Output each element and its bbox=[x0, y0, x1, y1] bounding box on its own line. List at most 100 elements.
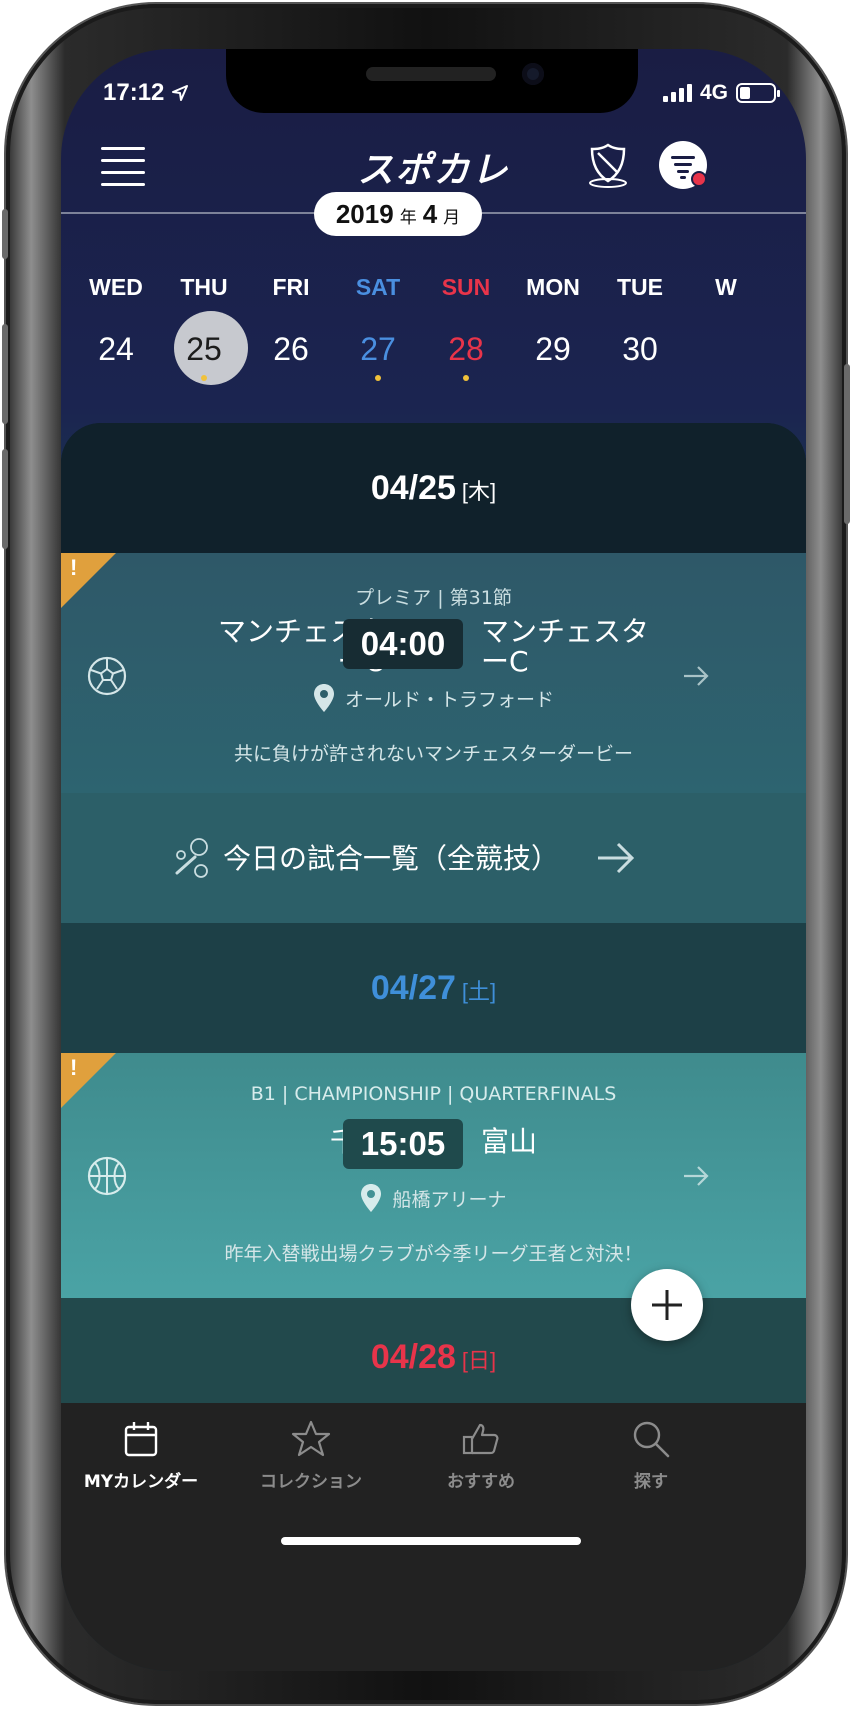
event-description: 昨年入替戦出場クラブが今季リーグ王者と対決！ bbox=[224, 1243, 643, 1265]
venue-name: 船橋アリーナ bbox=[392, 1188, 507, 1211]
day-number: 26 bbox=[273, 331, 309, 367]
location-arrow-icon bbox=[172, 85, 189, 101]
add-button[interactable] bbox=[631, 1269, 703, 1341]
status-indicators: 4G bbox=[662, 81, 780, 105]
home-indicator[interactable] bbox=[281, 1537, 581, 1545]
event-indicator-dot bbox=[375, 375, 381, 381]
away-team-line: 富山 bbox=[481, 1125, 538, 1158]
all-games-link[interactable]: 今日の試合一覧（全競技） bbox=[61, 793, 806, 923]
kickoff-time: 04:00 bbox=[343, 619, 463, 669]
day-of-week: SUN bbox=[441, 274, 491, 300]
day-number bbox=[686, 329, 766, 369]
section-weekday: [日] bbox=[461, 1348, 497, 1373]
arrow-right-icon bbox=[598, 842, 635, 874]
all-games-label: 今日の試合一覧（全競技） bbox=[223, 842, 560, 875]
soccer-ball-icon bbox=[87, 656, 127, 696]
day-of-week: W bbox=[715, 274, 737, 300]
phone-side-button bbox=[844, 364, 850, 524]
day-number: 30 bbox=[622, 331, 658, 367]
clock: 17:12 bbox=[103, 79, 165, 106]
section-weekday: [木] bbox=[461, 479, 497, 504]
battery-icon bbox=[736, 83, 780, 103]
day-number: 28 bbox=[448, 331, 484, 367]
day-of-week: MON bbox=[526, 274, 580, 300]
featured-flag-mark: ! bbox=[70, 555, 78, 580]
day-number: 25 bbox=[186, 331, 222, 367]
event-card[interactable]: ! プレミア | 第31節 マンチェスタ ーU 04:00 マンチェスタ ーC … bbox=[61, 553, 806, 798]
arrow-right-icon[interactable] bbox=[681, 1161, 711, 1191]
tab-recommended[interactable]: おすすめ bbox=[406, 1419, 556, 1492]
month-selector[interactable]: 2019 年 4 月 bbox=[314, 192, 482, 236]
section-date: 04/25 bbox=[370, 469, 456, 507]
month-unit: 月 bbox=[443, 208, 461, 227]
away-team: 富山 bbox=[481, 1127, 537, 1157]
tab-label: MYカレンダー bbox=[83, 1472, 199, 1492]
tab-label: コレクション bbox=[260, 1472, 362, 1492]
tab-search[interactable]: 探す bbox=[576, 1419, 726, 1492]
network-type: 4G bbox=[699, 81, 728, 104]
map-pin-icon bbox=[361, 1184, 382, 1212]
day-of-week: TUE bbox=[617, 274, 663, 300]
venue-name: オールド・トラフォード bbox=[344, 688, 554, 711]
camera bbox=[522, 63, 544, 85]
notch bbox=[226, 49, 638, 113]
search-icon bbox=[633, 1421, 670, 1458]
day-cell[interactable]: FRI 26 bbox=[251, 274, 331, 369]
star-icon bbox=[291, 1420, 331, 1457]
schedule-list: 04/25[木] ! プレミア | 第31節 マンチェスタ ーU 04:00 マ… bbox=[61, 423, 806, 1403]
day-cell[interactable]: SAT 27 bbox=[338, 274, 418, 381]
year-value: 2019 bbox=[335, 199, 394, 229]
month-value: 4 bbox=[422, 199, 438, 229]
map-pin-icon bbox=[313, 684, 334, 712]
week-strip: WED 24 THU 25 FRI 26 SAT 27 SUN 28 MON 29 TUE 30 W bbox=[61, 274, 806, 384]
day-number: 24 bbox=[98, 331, 134, 367]
tab-my-calendar[interactable]: MYカレンダー bbox=[66, 1419, 216, 1492]
team-shield-icon[interactable] bbox=[586, 141, 630, 189]
signal-icon bbox=[662, 84, 692, 102]
day-cell[interactable]: WED 24 bbox=[76, 274, 156, 369]
status-time: 17:12 bbox=[103, 79, 189, 107]
kickoff-time: 15:05 bbox=[343, 1119, 463, 1169]
day-cell[interactable]: TUE 30 bbox=[600, 274, 680, 369]
phone-side-button bbox=[2, 209, 8, 259]
basketball-icon bbox=[87, 1156, 127, 1196]
day-cell[interactable]: SUN 28 bbox=[426, 274, 506, 381]
section-date: 04/27 bbox=[370, 969, 456, 1007]
tab-label: おすすめ bbox=[447, 1472, 515, 1492]
phone-side-button bbox=[2, 324, 8, 424]
speaker bbox=[366, 67, 496, 81]
featured-flag-mark: ! bbox=[70, 1055, 78, 1080]
section-weekday: [土] bbox=[461, 979, 497, 1004]
section-date-header: 04/25 [木] bbox=[61, 469, 806, 508]
event-card[interactable]: ! B1 | CHAMPIONSHIP | QUARTERFINALS 千葉 1… bbox=[61, 1053, 806, 1298]
day-of-week: SAT bbox=[355, 274, 401, 300]
notification-badge bbox=[691, 171, 707, 187]
away-team-line: マンチェスタ bbox=[481, 615, 650, 648]
tab-label: 探す bbox=[634, 1472, 668, 1492]
away-team: マンチェスタ ーC bbox=[481, 617, 649, 677]
year-unit: 年 bbox=[399, 208, 417, 227]
arrow-right-icon[interactable] bbox=[681, 661, 711, 691]
app-screen: 17:12 4G スポカレ 2019 年 4 月 WED 24 THU 25 F… bbox=[61, 49, 806, 1671]
league-label: プレミア | 第31節 bbox=[355, 587, 512, 609]
day-number: 27 bbox=[360, 331, 396, 367]
day-cell[interactable]: MON 29 bbox=[513, 274, 593, 369]
calendar-icon bbox=[124, 1422, 158, 1457]
day-cell[interactable]: W bbox=[686, 274, 766, 369]
phone-frame: 17:12 4G スポカレ 2019 年 4 月 WED 24 THU 25 F… bbox=[2, 4, 850, 1704]
section-date-header: 04/28 [日] bbox=[61, 1338, 806, 1377]
day-number: 29 bbox=[535, 331, 571, 367]
day-of-week: THU bbox=[180, 274, 228, 300]
phone-side-button bbox=[2, 449, 8, 549]
tab-collection[interactable]: コレクション bbox=[236, 1419, 386, 1492]
event-description: 共に負けが許されないマンチェスターダービー bbox=[233, 743, 633, 765]
day-of-week: WED bbox=[89, 274, 143, 300]
section-date-header: 04/27 [土] bbox=[61, 969, 806, 1008]
event-indicator-dot bbox=[463, 375, 469, 381]
thumbs-up-icon bbox=[462, 1423, 499, 1455]
event-indicator-dot bbox=[201, 375, 207, 381]
sports-balls-icon bbox=[175, 838, 208, 878]
league-label: B1 | CHAMPIONSHIP | QUARTERFINALS bbox=[250, 1083, 617, 1105]
day-cell[interactable]: THU 25 bbox=[164, 274, 244, 381]
day-of-week: FRI bbox=[272, 274, 310, 300]
